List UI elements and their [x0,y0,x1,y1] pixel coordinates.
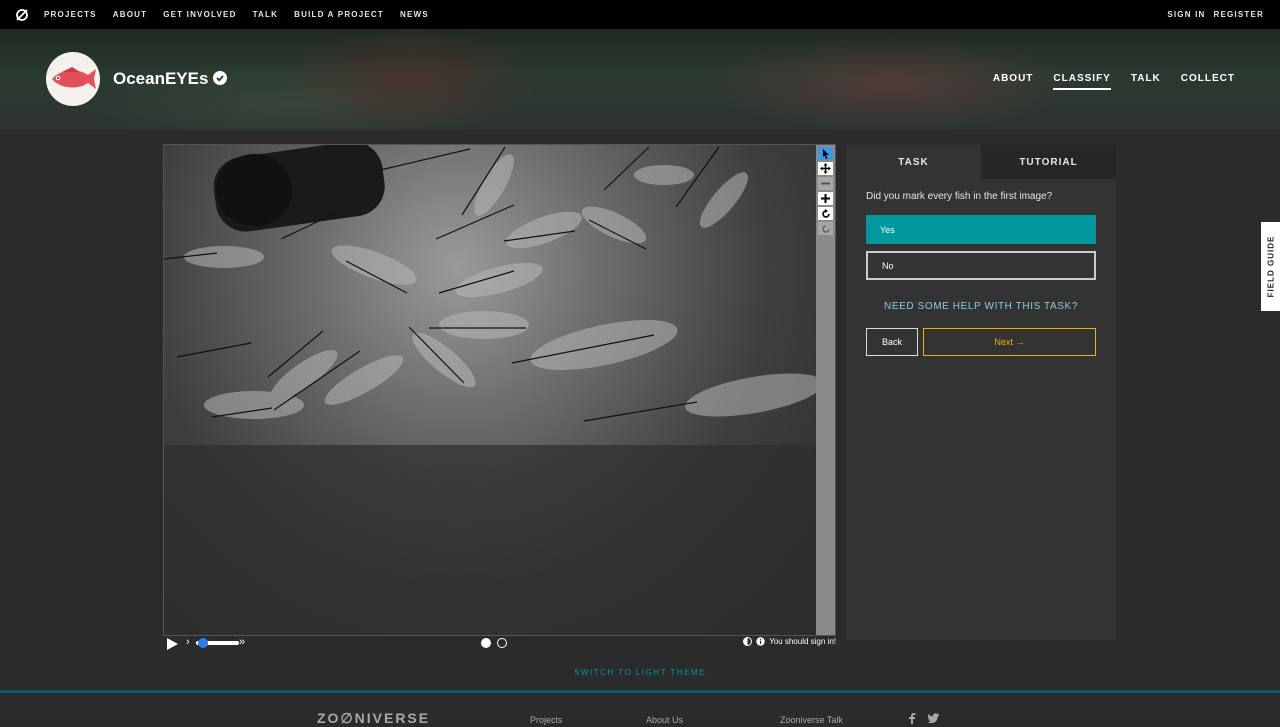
reset-view-icon[interactable] [818,222,833,235]
slider-handle[interactable] [198,638,208,648]
step-forward-icon[interactable]: › [186,636,190,648]
answer-no-button[interactable]: No [866,251,1096,280]
footer-link-projects[interactable]: Projects [530,715,563,725]
footer-link-zooniverse-talk[interactable]: Zooniverse Talk [780,715,843,725]
answer-yes-button[interactable]: Yes [866,215,1096,244]
project-nav: ABOUT CLASSIFY TALK COLLECT [993,73,1235,90]
project-tab-about[interactable]: ABOUT [993,73,1034,90]
frame-controls: › » You should sign in! [163,636,836,650]
rotate-icon[interactable] [818,207,833,220]
field-guide-label: FIELD GUIDE [1266,235,1276,298]
verified-check-icon [213,71,227,85]
info-icon[interactable] [756,637,765,646]
frame-dot-1[interactable] [481,638,491,648]
zoom-in-icon[interactable] [818,192,833,205]
subject-viewer [163,144,836,636]
footer-social [908,713,939,724]
register-link[interactable]: REGISTER [1214,10,1265,19]
task-help-link[interactable]: NEED SOME HELP WITH THIS TASK? [866,301,1096,312]
tab-task[interactable]: TASK [846,145,981,179]
signin-note-text: You should sign in! [769,637,836,646]
next-button[interactable]: Next → [923,328,1096,356]
zooniverse-logo-icon[interactable] [0,0,44,29]
task-tabs: TASK TUTORIAL [846,145,1116,179]
annotate-pointer-icon[interactable] [818,147,833,160]
nav-link-get-involved[interactable]: GET INVOLVED [163,10,236,19]
header-background-decor [280,29,540,130]
task-question: Did you mark every fish in the first ima… [866,191,1053,202]
subject-image[interactable] [164,145,816,635]
twitter-icon[interactable] [928,713,939,723]
site-top-nav: PROJECTS ABOUT GET INVOLVED TALK BUILD A… [0,0,1280,29]
fish-marks-layer [164,145,816,635]
footer-brand-logo[interactable]: ZO∅NIVERSE [317,710,430,727]
nav-link-news[interactable]: NEWS [400,10,429,19]
task-panel: TASK TUTORIAL Did you mark every fish in… [846,145,1116,640]
pan-move-icon[interactable] [818,162,833,175]
facebook-icon[interactable] [908,713,916,724]
playback-speed-slider[interactable] [196,638,239,648]
frame-pager [481,638,507,648]
tab-tutorial[interactable]: TUTORIAL [981,145,1116,179]
sign-in-link[interactable]: SIGN IN [1167,10,1205,19]
field-guide-tab[interactable]: FIELD GUIDE [1261,222,1280,311]
switch-theme-button[interactable]: SWITCH TO LIGHT THEME [0,668,1280,677]
auth-links: SIGN IN REGISTER [1167,0,1264,29]
nav-link-about[interactable]: ABOUT [113,10,147,19]
project-tab-talk[interactable]: TALK [1131,73,1161,90]
project-title[interactable]: OceanEYEs [113,69,208,89]
project-header: OceanEYEs ABOUT CLASSIFY TALK COLLECT [0,29,1280,130]
viewer-toolbar [816,145,835,635]
signin-note: You should sign in! [743,637,836,646]
frame-dot-2[interactable] [497,638,507,648]
zoom-out-icon[interactable] [818,177,833,190]
project-tab-classify[interactable]: CLASSIFY [1053,73,1111,90]
footer-link-about-us[interactable]: About Us [646,715,683,725]
project-tab-collect[interactable]: COLLECT [1181,73,1235,90]
site-nav-links: PROJECTS ABOUT GET INVOLVED TALK BUILD A… [44,10,429,19]
contrast-icon[interactable] [743,637,753,646]
back-button[interactable]: Back [866,328,918,356]
play-icon[interactable] [167,637,178,655]
nav-link-build-a-project[interactable]: BUILD A PROJECT [294,10,384,19]
project-avatar[interactable] [46,52,100,106]
fast-forward-icon[interactable]: » [239,636,245,648]
site-footer: ZO∅NIVERSE Projects About Us Zooniverse … [0,690,1280,727]
nav-link-projects[interactable]: PROJECTS [44,10,97,19]
nav-link-talk[interactable]: TALK [253,10,279,19]
